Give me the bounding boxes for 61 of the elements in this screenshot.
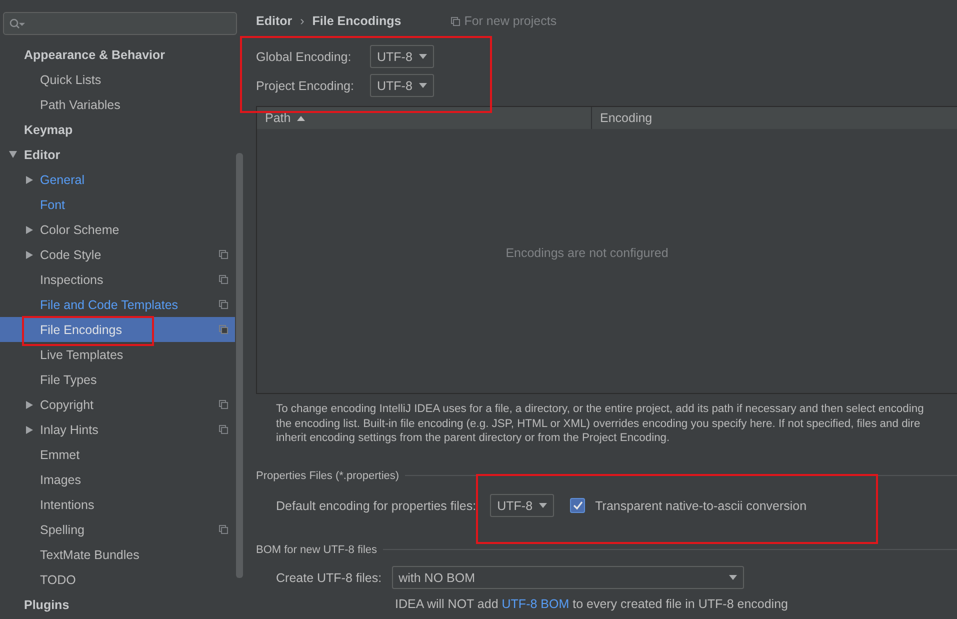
utf8-bom-link[interactable]: UTF-8 BOM: [502, 596, 570, 610]
expand-arrow-icon[interactable]: [26, 426, 33, 434]
expand-arrow-icon[interactable]: [9, 151, 17, 158]
expand-arrow-icon[interactable]: [26, 176, 33, 184]
settings-item[interactable]: File Encodings: [0, 317, 235, 342]
caret-icon: [728, 575, 737, 580]
settings-item[interactable]: Font: [0, 192, 235, 217]
settings-item[interactable]: Live Templates: [0, 342, 235, 367]
settings-item[interactable]: Quick Lists: [0, 67, 235, 92]
search-field[interactable]: [3, 12, 237, 35]
settings-item[interactable]: Copyright: [0, 392, 235, 417]
caret-icon: [419, 54, 427, 59]
settings-group[interactable]: Appearance & Behavior: [24, 48, 166, 62]
settings-group[interactable]: Editor: [24, 148, 60, 162]
breadcrumb-parent: Editor: [256, 14, 292, 28]
scope-note: For new projects: [464, 14, 557, 28]
settings-item[interactable]: TODO: [0, 567, 235, 592]
page-title: File Encodings: [312, 14, 402, 28]
scrollbar[interactable]: [236, 153, 243, 578]
settings-item[interactable]: Emmet: [0, 442, 235, 467]
empty-table-message: Encodings are not configured: [506, 246, 668, 260]
settings-item[interactable]: General: [0, 167, 235, 192]
description-text: To change encoding IntelliJ IDEA uses for a file, a directory, or the entire project, add its path if necessary and then select encoding: [276, 402, 925, 416]
section-title: Properties Files (*.properties): [256, 470, 400, 482]
settings-item[interactable]: Path Variables: [0, 92, 235, 117]
expand-arrow-icon[interactable]: [26, 250, 33, 258]
column-header[interactable]: Encoding: [591, 107, 957, 129]
description-text: inherit encoding settings from the parent directory or from the Project Encoding.: [276, 431, 671, 446]
caret-icon: [539, 503, 548, 508]
settings-item[interactable]: File Types: [0, 367, 235, 392]
breadcrumb-separator: ›: [300, 14, 304, 28]
settings-group[interactable]: Keymap: [24, 122, 73, 136]
encoding-dropdown[interactable]: UTF-8: [370, 74, 434, 97]
settings-item[interactable]: Color Scheme: [0, 217, 235, 242]
settings-item[interactable]: Images: [0, 467, 235, 492]
settings-item[interactable]: Spelling: [0, 517, 235, 542]
caret-icon: [419, 83, 427, 88]
settings-item[interactable]: Intentions: [0, 492, 235, 517]
copy-icon: [451, 16, 460, 26]
column-header[interactable]: Path: [257, 107, 591, 129]
bom-dropdown[interactable]: with NO BOM: [392, 566, 744, 589]
field-label: Global Encoding:: [256, 50, 352, 64]
encoding-dropdown[interactable]: UTF-8: [370, 45, 434, 68]
checkbox-label[interactable]: Transparent native-to-ascii conversion: [595, 498, 807, 512]
settings-item[interactable]: File and Code Templates: [0, 292, 235, 317]
settings-group[interactable]: Plugins: [24, 598, 70, 612]
field-label: Default encoding for properties files:: [276, 498, 476, 512]
settings-item[interactable]: Code Style: [0, 242, 235, 267]
description-text: the encoding list. Built-in file encoding (e.g. JSP, HTML or XML) overrides encoding you specify here. If not specified, files and dire: [276, 416, 922, 431]
checkbox[interactable]: [570, 498, 586, 513]
expand-arrow-icon[interactable]: [26, 226, 33, 234]
settings-item[interactable]: Inspections: [0, 267, 235, 292]
expand-arrow-icon[interactable]: [26, 400, 33, 408]
search-icon: [9, 18, 25, 30]
settings-item[interactable]: Inlay Hints: [0, 417, 235, 442]
field-label: Create UTF-8 files:: [276, 570, 382, 584]
section-title: BOM for new UTF-8 files: [256, 544, 378, 556]
bom-note: IDEA will NOT add UTF-8 BOM to every created file in UTF-8 encoding: [395, 596, 789, 610]
encoding-dropdown[interactable]: UTF-8: [490, 494, 554, 517]
field-label: Project Encoding:: [256, 78, 355, 92]
settings-item[interactable]: TextMate Bundles: [0, 542, 235, 567]
